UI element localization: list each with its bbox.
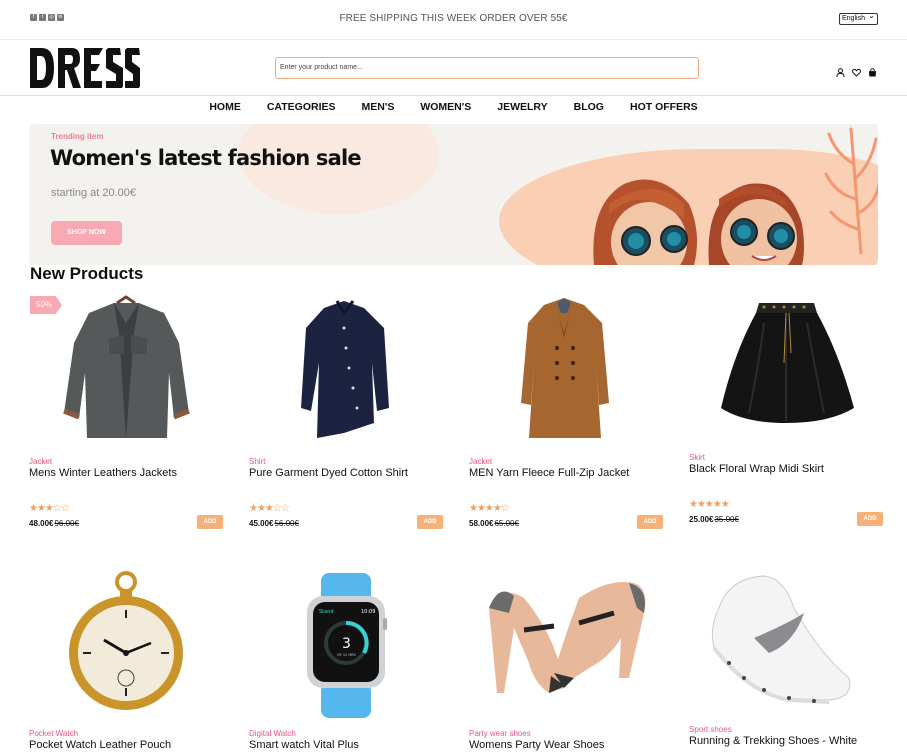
- nav-categories[interactable]: CATEGORIES: [267, 96, 336, 120]
- product-card[interactable]: Jacket Mens Winter Leathers Jackets ★★★☆…: [29, 293, 223, 533]
- heart-icon[interactable]: [852, 64, 861, 77]
- nav-hot-offers[interactable]: HOT OFFERS: [630, 96, 698, 120]
- rating-stars: ★★★★☆: [469, 503, 510, 514]
- discount-badge: 50%: [30, 296, 62, 314]
- leaf-decoration: [824, 127, 878, 254]
- product-name[interactable]: Pocket Watch Leather Pouch: [29, 739, 171, 751]
- product-category: Sport shoes: [689, 725, 732, 734]
- header-icons: [836, 64, 877, 78]
- banner-tag: Trending item: [51, 132, 104, 141]
- product-image-smartwatch: Stand 10:09 3 OF 12 HRS: [307, 573, 387, 718]
- product-category: Digital Watch: [249, 729, 296, 738]
- product-image-sport-shoes: [711, 575, 851, 704]
- banner-models-image: [593, 179, 804, 265]
- nav-blog[interactable]: BLOG: [574, 96, 604, 120]
- product-category: Shirt: [249, 457, 266, 466]
- rating-stars: ★★★☆☆: [249, 503, 290, 514]
- product-category: Skirt: [689, 453, 705, 462]
- banner-headline: Women's latest fashion sale: [50, 146, 362, 170]
- section-title: New Products: [30, 264, 144, 283]
- product-card[interactable]: Shirt Pure Garment Dyed Cotton Shirt ★★★…: [249, 293, 443, 533]
- product-price: 45.00€56.00€: [249, 519, 299, 528]
- header: Enter your product name...: [0, 40, 907, 96]
- watch-time: 10:09: [361, 609, 375, 615]
- add-to-cart-button[interactable]: ADD: [637, 515, 663, 529]
- product-price: 25.00€35.00€: [689, 515, 739, 524]
- product-price: 48.00€96.00€: [29, 519, 79, 528]
- hero-banner: Trending item Women's latest fashion sal…: [29, 124, 878, 265]
- product-card[interactable]: Party wear shoes Womens Party Wear Shoes: [469, 568, 663, 755]
- product-name[interactable]: Smart watch Vital Plus: [249, 739, 359, 751]
- product-card[interactable]: Pocket Watch Pocket Watch Leather Pouch: [29, 568, 223, 755]
- product-card[interactable]: Stand 10:09 3 OF 12 HRS Digital Watch Sm…: [249, 568, 443, 755]
- add-to-cart-button[interactable]: ADD: [857, 512, 883, 526]
- product-card[interactable]: Skirt Black Floral Wrap Midi Skirt ★★★★★…: [689, 293, 883, 533]
- banner-price: starting at 20.00€: [51, 187, 137, 199]
- product-name[interactable]: MEN Yarn Fleece Full-Zip Jacket: [469, 467, 629, 479]
- product-name[interactable]: Mens Winter Leathers Jackets: [29, 467, 177, 479]
- product-name[interactable]: Womens Party Wear Shoes: [469, 739, 604, 751]
- product-card[interactable]: Jacket MEN Yarn Fleece Full-Zip Jacket ★…: [469, 293, 663, 533]
- product-image-heels: [489, 582, 646, 693]
- product-category: Jacket: [469, 457, 493, 466]
- dress-logo[interactable]: [28, 46, 140, 90]
- user-icon[interactable]: [836, 64, 845, 78]
- main-nav: HOME CATEGORIES MEN'S WOMEN'S JEWELRY BL…: [0, 96, 907, 120]
- add-to-cart-button[interactable]: ADD: [197, 515, 223, 529]
- watch-number: 3: [342, 636, 351, 652]
- product-category: Pocket Watch: [29, 729, 79, 738]
- product-name[interactable]: Running & Trekking Shoes - White: [689, 735, 857, 747]
- rating-stars: ★★★★★: [689, 499, 730, 510]
- watch-sub: OF 12 HRS: [337, 653, 357, 657]
- product-image-jacket: [63, 295, 190, 438]
- product-image-shirt: [301, 300, 389, 438]
- bag-icon[interactable]: [868, 64, 877, 77]
- nav-home[interactable]: HOME: [209, 96, 241, 120]
- product-price: 58.00€65.00€: [469, 519, 519, 528]
- product-category: Jacket: [29, 457, 53, 466]
- search-input[interactable]: Enter your product name...: [275, 57, 699, 79]
- add-to-cart-button[interactable]: ADD: [417, 515, 443, 529]
- nav-womens[interactable]: WOMEN'S: [420, 96, 471, 120]
- product-name[interactable]: Black Floral Wrap Midi Skirt: [689, 463, 824, 475]
- product-name[interactable]: Pure Garment Dyed Cotton Shirt: [249, 467, 408, 479]
- shop-now-button[interactable]: SHOP NOW: [51, 221, 122, 245]
- rating-stars: ★★★☆☆: [29, 503, 70, 514]
- nav-jewelry[interactable]: JEWELRY: [497, 96, 547, 120]
- product-card[interactable]: Sport shoes Running & Trekking Shoes - W…: [689, 568, 883, 755]
- nav-mens[interactable]: MEN'S: [362, 96, 395, 120]
- product-image-coat: [521, 298, 609, 438]
- watch-label: Stand: [319, 609, 334, 615]
- product-image-pocket-watch: [69, 571, 183, 710]
- top-bar: f t ◎ in FREE SHIPPING THIS WEEK ORDER O…: [0, 0, 907, 40]
- product-category: Party wear shoes: [469, 729, 531, 738]
- product-image-skirt: [721, 303, 854, 423]
- language-select[interactable]: English: [839, 11, 878, 25]
- shipping-notice: FREE SHIPPING THIS WEEK ORDER OVER 55€: [339, 13, 568, 24]
